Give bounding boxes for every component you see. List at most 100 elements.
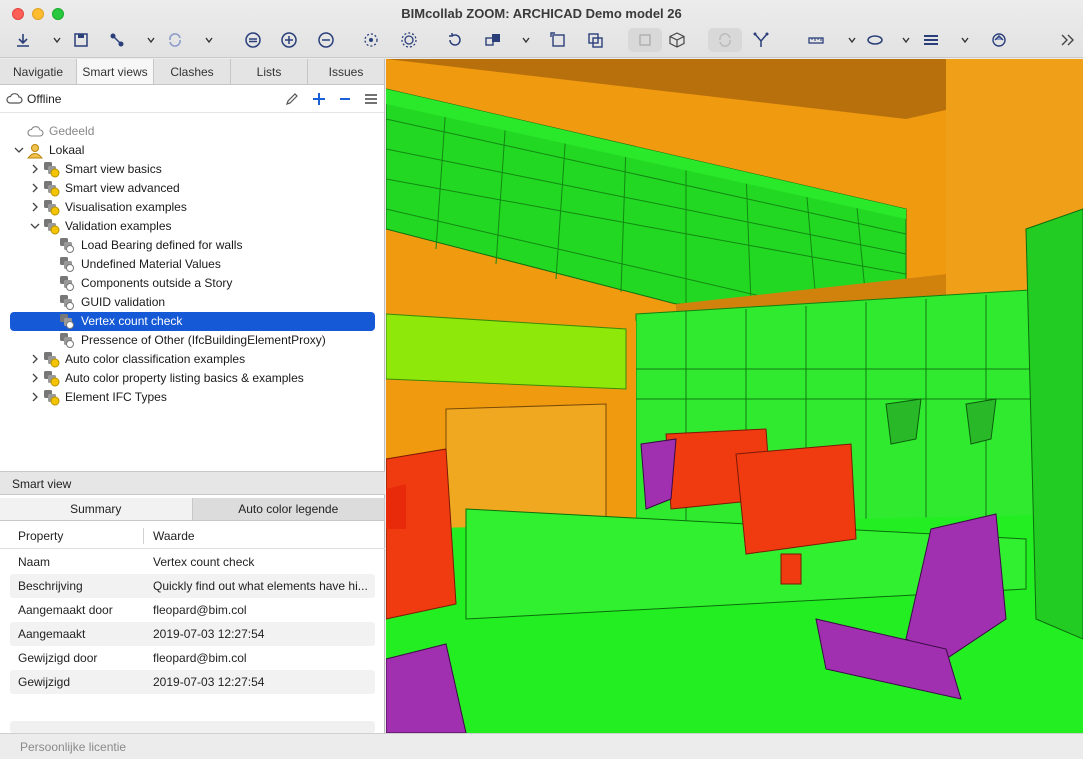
caret-button[interactable]: [841, 28, 863, 52]
smartview-folder-icon: [42, 389, 60, 406]
section-button[interactable]: [584, 28, 606, 52]
tree-item[interactable]: GUID validation: [0, 293, 385, 312]
tab-smart-views[interactable]: Smart views: [77, 59, 154, 84]
title-bar: BIMcollab ZOOM: ARCHICAD Demo model 26: [0, 0, 1083, 58]
cube-button[interactable]: [666, 28, 688, 52]
caret-button[interactable]: [140, 28, 162, 52]
select-point-icon: [364, 33, 378, 47]
status-bar: Persoonlijke licentie: [0, 733, 1083, 759]
property-row[interactable]: Gewijzigd door fleopard@bim.col: [10, 646, 375, 670]
reset-view-button[interactable]: [444, 28, 466, 52]
zoom-fit-button[interactable]: [242, 28, 264, 52]
3d-scene[interactable]: [386, 59, 1083, 733]
value-column-header[interactable]: Waarde: [153, 529, 195, 543]
caret-button[interactable]: [515, 28, 537, 52]
caret-icon: [205, 37, 213, 44]
chevron-right-icon[interactable]: [30, 354, 40, 364]
caret-icon: [902, 37, 910, 44]
caret-button[interactable]: [198, 28, 220, 52]
chevron-right-icon[interactable]: [30, 392, 40, 402]
xray-icon: [753, 32, 769, 47]
zoom-in-button[interactable]: [278, 28, 300, 52]
box-view-button[interactable]: [628, 28, 662, 52]
import-button[interactable]: [12, 28, 34, 52]
property-value: Vertex count check: [153, 555, 255, 569]
tab-navigatie[interactable]: Navigatie: [0, 59, 77, 84]
select-point-button[interactable]: [360, 28, 382, 52]
property-row[interactable]: Naam Vertex count check: [10, 550, 375, 574]
add-smartview-button[interactable]: [309, 89, 329, 109]
tree-item[interactable]: Smart view advanced: [0, 179, 385, 198]
smartview-folder-icon: [42, 218, 60, 235]
tree-item[interactable]: Gedeeld: [0, 122, 385, 141]
chevron-right-icon[interactable]: [30, 164, 40, 174]
tree-item-label: Undefined Material Values: [81, 257, 221, 271]
plus-icon: [313, 93, 325, 105]
clip-box-button[interactable]: [547, 28, 569, 52]
ellipse-button[interactable]: [864, 28, 886, 52]
chevron-right-icon[interactable]: [30, 202, 40, 212]
cloud-sync-button[interactable]: [988, 28, 1010, 52]
save-button[interactable]: [70, 28, 92, 52]
tree-item[interactable]: Visualisation examples: [0, 198, 385, 217]
sync-button[interactable]: [164, 28, 186, 52]
tree-item[interactable]: Auto color classification examples: [0, 350, 385, 369]
chevron-right-icon[interactable]: [30, 373, 40, 383]
tree-item[interactable]: Auto color property listing basics & exa…: [0, 369, 385, 388]
reset-view-icon: [449, 33, 461, 46]
tree-item[interactable]: Vertex count check: [0, 312, 385, 331]
tree-item-label: Vertex count check: [81, 314, 183, 328]
chevron-down-icon[interactable]: [14, 145, 24, 155]
chevron-right-icon[interactable]: [30, 183, 40, 193]
tree-item[interactable]: Smart view basics: [0, 160, 385, 179]
tab-issues[interactable]: Issues: [308, 59, 384, 84]
property-column-header[interactable]: Property: [18, 529, 63, 543]
subtab-summary[interactable]: Summary: [0, 498, 193, 520]
connect-button[interactable]: [106, 28, 128, 52]
select-region-button[interactable]: [398, 28, 420, 52]
property-value: 2019-07-03 12:27:54: [153, 675, 265, 689]
caret-button[interactable]: [895, 28, 917, 52]
tree-item[interactable]: Validation examples: [0, 217, 385, 236]
clip-box-icon: [550, 32, 565, 47]
property-value: fleopard@bim.col: [153, 651, 247, 665]
chevron-down-icon[interactable]: [30, 221, 40, 231]
more-button[interactable]: [1056, 28, 1078, 52]
tree-item-label: Load Bearing defined for walls: [81, 238, 243, 252]
edit-button[interactable]: [282, 89, 302, 109]
property-row[interactable]: Aangemaakt door fleopard@bim.col: [10, 598, 375, 622]
refresh-view-button[interactable]: [708, 28, 742, 52]
tree-item[interactable]: Pressence of Other (IfcBuildingElementPr…: [0, 331, 385, 350]
zoom-out-button[interactable]: [315, 28, 337, 52]
measure-button[interactable]: [805, 28, 827, 52]
tree-item[interactable]: Undefined Material Values: [0, 255, 385, 274]
window-title: BIMcollab ZOOM: ARCHICAD Demo model 26: [401, 6, 682, 21]
caret-icon: [961, 37, 969, 44]
remove-smartview-button[interactable]: [335, 89, 355, 109]
smartview-icon: [58, 332, 76, 349]
subtab-auto-color-legende[interactable]: Auto color legende: [192, 498, 385, 520]
property-row[interactable]: Gewijzigd 2019-07-03 12:27:54: [10, 670, 375, 694]
tab-clashes[interactable]: Clashes: [154, 59, 231, 84]
import-icon: [17, 34, 29, 47]
tree-item-label: Validation examples: [65, 219, 172, 233]
caret-button[interactable]: [954, 28, 976, 52]
tree-item[interactable]: Components outside a Story: [0, 274, 385, 293]
isolate-button[interactable]: [482, 28, 504, 52]
property-row[interactable]: Beschrijving Quickly find out what elemen…: [10, 574, 375, 598]
xray-button[interactable]: [750, 28, 772, 52]
tree-item[interactable]: Element IFC Types: [0, 388, 385, 407]
tree-item[interactable]: Load Bearing defined for walls: [0, 236, 385, 255]
caret-button[interactable]: [46, 28, 68, 52]
3d-model-view[interactable]: [386, 59, 1083, 733]
tree-item[interactable]: Lokaal: [0, 141, 385, 160]
column-divider[interactable]: [143, 528, 144, 544]
zoom-in-icon: [281, 32, 297, 48]
smartview-folder-icon: [42, 180, 60, 197]
cloud-sync-icon: [992, 33, 1006, 47]
save-icon: [74, 33, 88, 47]
property-row[interactable]: Aangemaakt 2019-07-03 12:27:54: [10, 622, 375, 646]
panel-menu-button[interactable]: [361, 89, 381, 109]
tab-lists[interactable]: Lists: [231, 59, 308, 84]
layers-button[interactable]: [920, 28, 942, 52]
